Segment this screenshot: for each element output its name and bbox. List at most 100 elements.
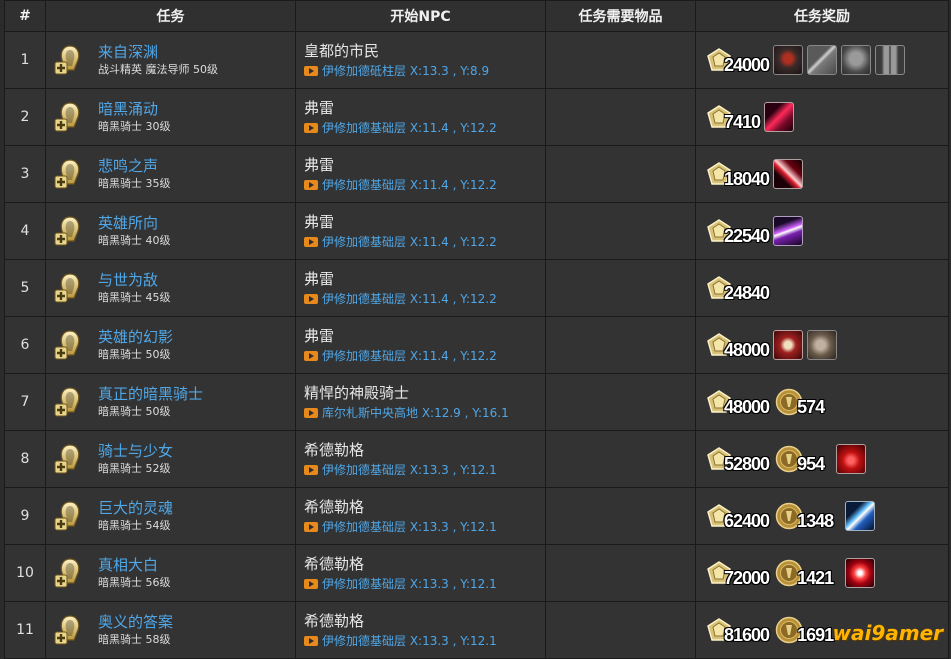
- armor-legs-icon[interactable]: [875, 45, 905, 75]
- row-number: 4: [5, 203, 46, 260]
- quest-name-link[interactable]: 来自深渊: [98, 42, 218, 62]
- quest-icon: [52, 441, 88, 477]
- coin-amount: 574: [797, 397, 824, 418]
- npc-location-text: 伊修加德基础层 X:13.3 , Y:12.1: [322, 632, 497, 650]
- table-row: 4 英雄所向 暗黑骑士 40级 弗雷 伊修加德基础层 X:11.4 , Y:12…: [5, 203, 949, 260]
- npc-location-link[interactable]: 伊修加德基础层 X:13.3 , Y:12.1: [304, 632, 545, 650]
- quest-name-link[interactable]: 悲鸣之声: [98, 156, 171, 176]
- row-number: 3: [5, 146, 46, 203]
- npc-location-link[interactable]: 伊修加德基础层 X:13.3 , Y:12.1: [304, 461, 545, 479]
- gil-reward: 81600: [704, 615, 769, 646]
- gauntlet-icon[interactable]: [807, 330, 837, 360]
- header-rewards: 任务奖励: [696, 1, 949, 32]
- npc-name: 皇都的市民: [304, 40, 545, 62]
- npc-name: 希德勒格: [304, 610, 545, 632]
- npc-name: 弗雷: [304, 97, 545, 119]
- npc-cell: 弗雷 伊修加德基础层 X:11.4 , Y:12.2: [296, 146, 546, 203]
- quest-name-link[interactable]: 真正的暗黑骑士: [98, 384, 203, 404]
- gil-amount: 18040: [724, 169, 769, 190]
- gil-reward: 24000: [704, 45, 769, 76]
- table-row: 6 英雄的幻影 暗黑骑士 50级 弗雷 伊修加德基础层 X:11.4 , Y:1…: [5, 317, 949, 374]
- coin-amount: 1421: [797, 568, 833, 589]
- quest-name-link[interactable]: 真相大白: [98, 555, 171, 575]
- header-task: 任务: [46, 1, 296, 32]
- npc-name: 弗雷: [304, 154, 545, 176]
- skill-red-burst-icon[interactable]: [845, 558, 875, 588]
- quest-name-link[interactable]: 奥义的答案: [98, 612, 173, 632]
- npc-location-link[interactable]: 库尔札斯中央高地 X:12.9 , Y:16.1: [304, 404, 545, 422]
- npc-location-link[interactable]: 伊修加德基础层 X:11.4 , Y:12.2: [304, 347, 545, 365]
- quest-name-link[interactable]: 英雄所向: [98, 213, 171, 233]
- table-row: 8 骑士与少女 暗黑骑士 52级 希德勒格 伊修加德基础层 X:13.3 , Y…: [5, 431, 949, 488]
- required-items-cell: [546, 146, 696, 203]
- map-location-icon: [304, 66, 318, 76]
- quest-name-link[interactable]: 暗黑涌动: [98, 99, 171, 119]
- quest-icon: [52, 213, 88, 249]
- table-row: 7 真正的暗黑骑士 暗黑骑士 50级 精悍的神殿骑士 库尔札斯中央高地 X:12…: [5, 374, 949, 431]
- coin-amount: 1348: [797, 511, 833, 532]
- quest-icon: [52, 99, 88, 135]
- row-number: 6: [5, 317, 46, 374]
- map-location-icon: [304, 123, 318, 133]
- npc-location-link[interactable]: 伊修加德基础层 X:11.4 , Y:12.2: [304, 290, 545, 308]
- quest-requirement: 暗黑骑士 58级: [98, 632, 173, 648]
- task-cell: 真正的暗黑骑士 暗黑骑士 50级: [46, 374, 296, 431]
- row-number: 7: [5, 374, 46, 431]
- rewards-cell: 24000: [696, 32, 949, 89]
- demon-helm-icon[interactable]: [773, 45, 803, 75]
- skill-red-strike-icon[interactable]: [773, 159, 803, 189]
- quest-name-link[interactable]: 巨大的灵魂: [98, 498, 173, 518]
- npc-location-link[interactable]: 伊修加德基础层 X:13.3 , Y:12.1: [304, 518, 545, 536]
- quest-requirement: 暗黑骑士 50级: [98, 347, 173, 363]
- npc-cell: 希德勒格 伊修加德基础层 X:13.3 , Y:12.1: [296, 488, 546, 545]
- required-items-cell: [546, 602, 696, 659]
- npc-location-link[interactable]: 伊修加德基础层 X:11.4 , Y:12.2: [304, 176, 545, 194]
- quest-name-link[interactable]: 英雄的幻影: [98, 327, 173, 347]
- map-location-icon: [304, 636, 318, 646]
- gil-reward: 7410: [704, 102, 760, 133]
- quest-requirement: 暗黑骑士 56级: [98, 575, 171, 591]
- row-number: 10: [5, 545, 46, 602]
- npc-cell: 希德勒格 伊修加德基础层 X:13.3 , Y:12.1: [296, 431, 546, 488]
- npc-location-link[interactable]: 伊修加德基础层 X:11.4 , Y:12.2: [304, 233, 545, 251]
- quest-requirement: 暗黑骑士 54级: [98, 518, 173, 534]
- table-row: 2 暗黑涌动 暗黑骑士 30级 弗雷 伊修加德基础层 X:11.4 , Y:12…: [5, 89, 949, 146]
- npc-location-link[interactable]: 伊修加德砥柱层 X:13.3 , Y:8.9: [304, 62, 545, 80]
- task-cell: 英雄的幻影 暗黑骑士 50级: [46, 317, 296, 374]
- skill-red-orb-icon[interactable]: [836, 444, 866, 474]
- quest-name-link[interactable]: 骑士与少女: [98, 441, 173, 461]
- header-start-npc: 开始NPC: [296, 1, 546, 32]
- row-number: 1: [5, 32, 46, 89]
- npc-name: 弗雷: [304, 211, 545, 233]
- quest-icon: [52, 612, 88, 648]
- npc-name: 希德勒格: [304, 496, 545, 518]
- table-row: 5 与世为敌 暗黑骑士 45级 弗雷 伊修加德基础层 X:11.4 , Y:12…: [5, 260, 949, 317]
- required-items-cell: [546, 317, 696, 374]
- required-items-cell: [546, 32, 696, 89]
- quest-requirement: 暗黑骑士 52级: [98, 461, 173, 477]
- gil-amount: 7410: [724, 112, 760, 133]
- map-location-icon: [304, 351, 318, 361]
- quest-icon: [52, 327, 88, 363]
- skill-red-slash-icon[interactable]: [764, 102, 794, 132]
- quest-name-link[interactable]: 与世为敌: [98, 270, 171, 290]
- quest-requirement: 暗黑骑士 35级: [98, 176, 171, 192]
- armor-chest-icon[interactable]: [841, 45, 871, 75]
- task-cell: 与世为敌 暗黑骑士 45级: [46, 260, 296, 317]
- npc-location-link[interactable]: 伊修加德基础层 X:11.4 , Y:12.2: [304, 119, 545, 137]
- npc-cell: 弗雷 伊修加德基础层 X:11.4 , Y:12.2: [296, 203, 546, 260]
- map-location-icon: [304, 579, 318, 589]
- task-cell: 悲鸣之声 暗黑骑士 35级: [46, 146, 296, 203]
- sword-icon[interactable]: [807, 45, 837, 75]
- rewards-cell: 24840: [696, 260, 949, 317]
- npc-cell: 弗雷 伊修加德基础层 X:11.4 , Y:12.2: [296, 260, 546, 317]
- skill-purple-slash-icon[interactable]: [773, 216, 803, 246]
- skill-blue-strike-icon[interactable]: [845, 501, 875, 531]
- table-header-row: # 任务 开始NPC 任务需要物品 任务奖励: [5, 1, 949, 32]
- hourglass-icon[interactable]: [773, 330, 803, 360]
- quest-requirement: 战斗精英 魔法导师 50级: [98, 62, 218, 78]
- npc-location-link[interactable]: 伊修加德基础层 X:13.3 , Y:12.1: [304, 575, 545, 593]
- npc-location-text: 伊修加德基础层 X:13.3 , Y:12.1: [322, 461, 497, 479]
- gil-reward: 24840: [704, 273, 769, 304]
- required-items-cell: [546, 203, 696, 260]
